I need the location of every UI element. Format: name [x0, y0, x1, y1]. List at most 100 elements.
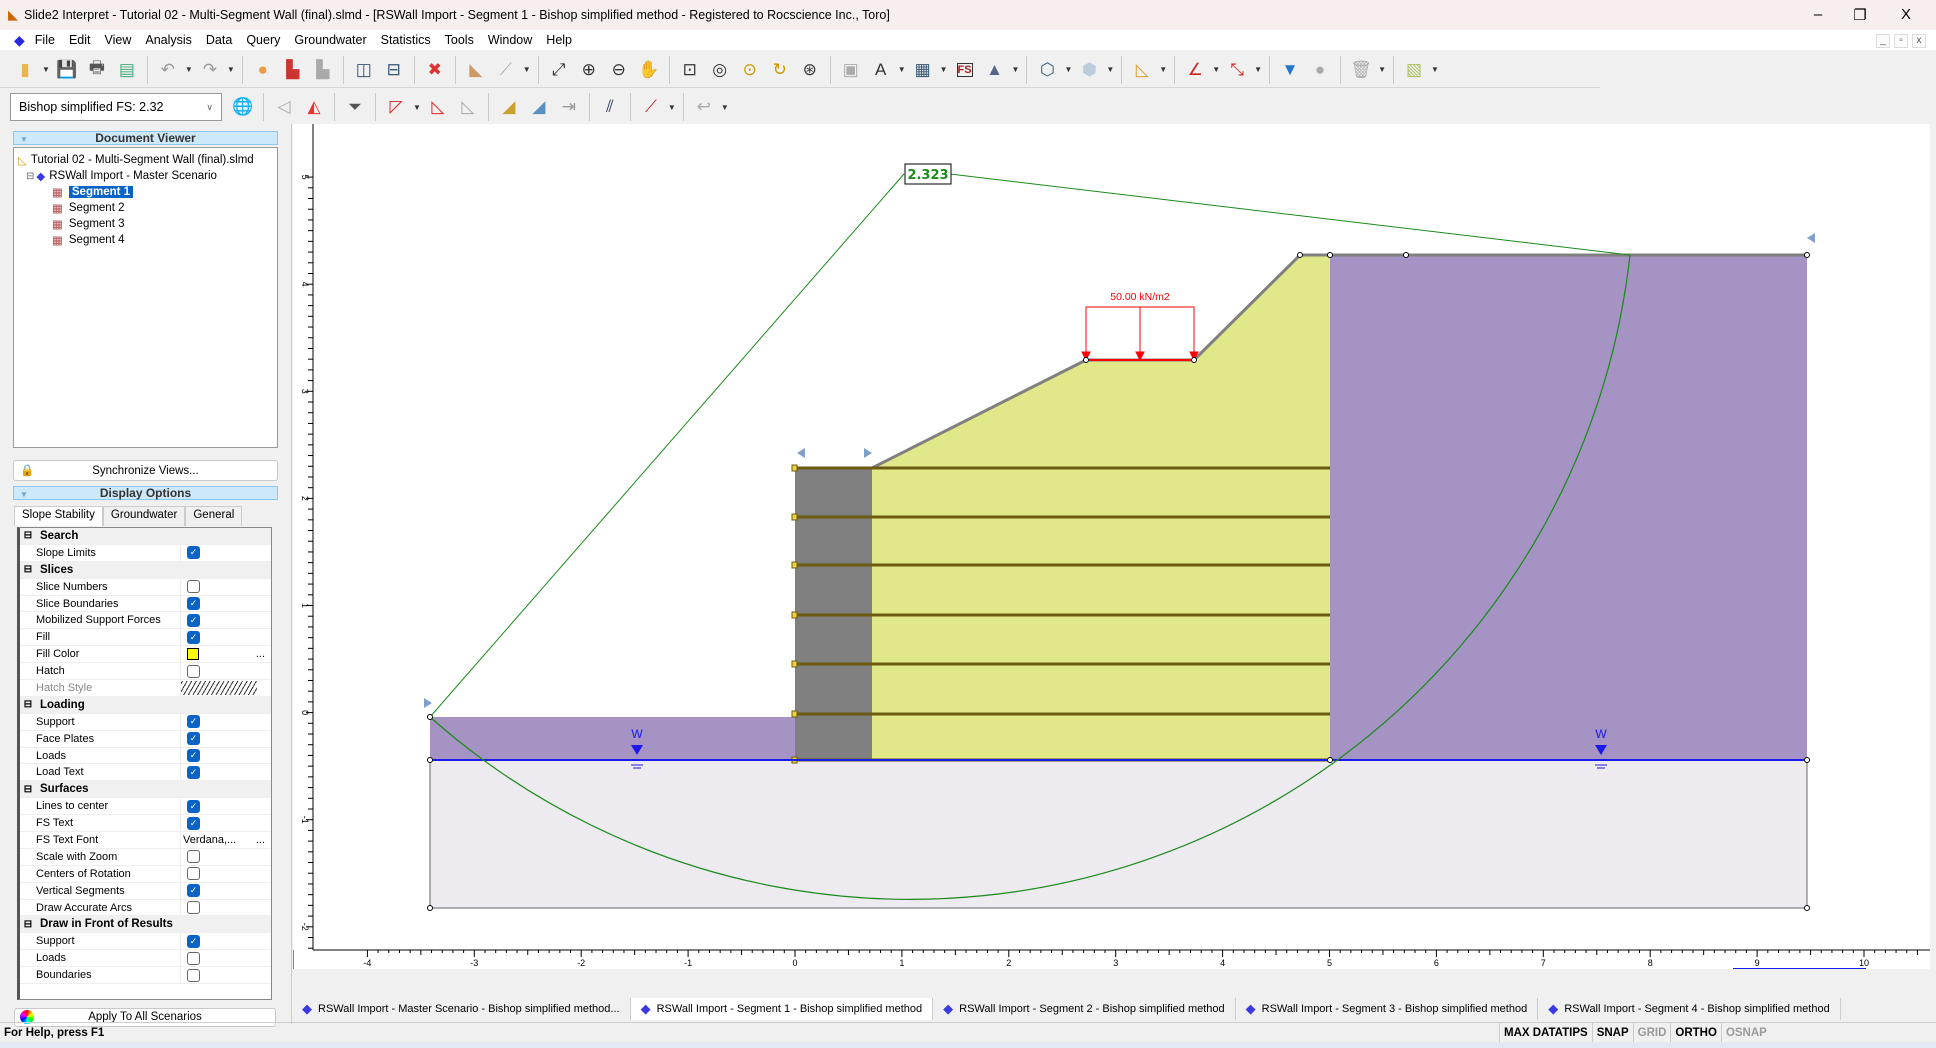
- status-grid[interactable]: GRID: [1632, 1022, 1671, 1043]
- mdi-minimize-button[interactable]: _: [1876, 34, 1890, 48]
- dropdown-arrow-icon[interactable]: ▼: [523, 65, 531, 74]
- menu-analysis[interactable]: Analysis: [138, 33, 199, 47]
- tree-scenario[interactable]: ⊟ ◆ RSWall Import - Master Scenario: [18, 168, 273, 184]
- layers-button[interactable]: ▧: [1401, 57, 1427, 83]
- option-checkbox[interactable]: ✓: [187, 799, 200, 813]
- status-max-datatips[interactable]: MAX DATATIPS: [1499, 1022, 1592, 1043]
- category-search[interactable]: ⊟ Search: [20, 528, 271, 545]
- fill-color-swatch[interactable]: [187, 648, 199, 661]
- fs-method-select[interactable]: Bishop simplified FS: 2.32 ∨: [10, 93, 222, 121]
- tree-segment[interactable]: ▦ Segment 4: [18, 232, 273, 248]
- restore-button[interactable]: ❐: [1840, 6, 1880, 24]
- dropdown-arrow-icon[interactable]: ▼: [1106, 65, 1114, 74]
- dimension-button[interactable]: ⤡: [1224, 57, 1250, 83]
- menu-view[interactable]: View: [97, 33, 138, 47]
- option-checkbox[interactable]: ✓: [187, 765, 200, 779]
- option-checkbox[interactable]: [187, 951, 200, 965]
- ruler-triangle-button[interactable]: ◺: [1129, 57, 1155, 83]
- dropdown-arrow-icon[interactable]: ▼: [721, 103, 729, 112]
- all-surfaces-button[interactable]: ◁: [271, 94, 297, 120]
- menu-data[interactable]: Data: [199, 33, 239, 47]
- fs-label-button[interactable]: FS: [952, 57, 978, 83]
- panel-splitter[interactable]: [284, 124, 292, 1024]
- zoom-window-button[interactable]: ⊡: [677, 57, 703, 83]
- zoom-lock-button[interactable]: ⊛: [797, 57, 823, 83]
- option-checkbox[interactable]: ✓: [187, 749, 200, 763]
- dropdown-arrow-icon[interactable]: ▼: [898, 65, 906, 74]
- menu-groundwater[interactable]: Groundwater: [287, 33, 373, 47]
- synchronize-views-button[interactable]: 🔒 Synchronize Views...: [13, 460, 278, 481]
- option-checkbox[interactable]: ✓: [187, 546, 200, 560]
- surface-colors-button[interactable]: ◭: [301, 94, 327, 120]
- status-ortho[interactable]: ORTHO: [1670, 1022, 1721, 1043]
- filter-surfaces-button[interactable]: ⏷: [342, 94, 368, 120]
- scenario-tab[interactable]: ◆ RSWall Import - Segment 2 - Bishop simp…: [933, 998, 1236, 1020]
- slope-button[interactable]: ◣: [463, 57, 489, 83]
- table-button[interactable]: ▦: [910, 57, 936, 83]
- dropdown-arrow-icon[interactable]: ▼: [940, 65, 948, 74]
- category-surfaces[interactable]: ⊟ Surfaces: [20, 781, 271, 799]
- undo-button[interactable]: ↶: [155, 57, 181, 83]
- menu-window[interactable]: Window: [481, 33, 539, 47]
- status-snap[interactable]: SNAP: [1591, 1022, 1633, 1043]
- more-button[interactable]: ...: [256, 648, 265, 660]
- slice-forces-button[interactable]: ◢: [526, 94, 552, 120]
- option-checkbox[interactable]: ✓: [187, 630, 200, 644]
- option-checkbox[interactable]: ✓: [187, 715, 200, 729]
- water-level-button[interactable]: ▼: [1277, 57, 1303, 83]
- open-folder-button[interactable]: ▮: [12, 57, 38, 83]
- document-viewer-header[interactable]: ▼ Document Viewer: [13, 131, 278, 145]
- option-checkbox[interactable]: ✓: [187, 613, 200, 627]
- close-view-button[interactable]: ✖: [422, 57, 448, 83]
- global-minimum-button[interactable]: 🌐: [230, 94, 256, 120]
- zoom-all-button[interactable]: ⤢: [546, 57, 572, 83]
- tab-groundwater[interactable]: Groundwater: [102, 506, 186, 526]
- menu-statistics[interactable]: Statistics: [374, 33, 438, 47]
- collapse-box-icon[interactable]: ⊟: [20, 530, 36, 541]
- option-checkbox[interactable]: ✓: [187, 934, 200, 948]
- redo-button[interactable]: ↷: [197, 57, 223, 83]
- material-colors-button[interactable]: ▙: [280, 57, 306, 83]
- zoom-out-button[interactable]: ⊖: [606, 57, 632, 83]
- delete-button[interactable]: 🗑: [1348, 57, 1374, 83]
- dropdown-arrow-icon[interactable]: ▼: [185, 65, 193, 74]
- category-loading[interactable]: ⊟ Loading: [20, 696, 271, 714]
- annotation-button[interactable]: A: [868, 57, 894, 83]
- more-button[interactable]: ...: [256, 834, 265, 846]
- polygon-button[interactable]: ⬡: [1034, 57, 1060, 83]
- dropdown-arrow-icon[interactable]: ▼: [1012, 65, 1020, 74]
- force-diagram-button[interactable]: ⫽: [597, 94, 623, 120]
- close-button[interactable]: X: [1886, 6, 1926, 23]
- tab-slope-stability[interactable]: Slope Stability: [14, 506, 103, 526]
- support-button[interactable]: ⟋: [638, 94, 664, 120]
- menu-tools[interactable]: Tools: [438, 33, 481, 47]
- surface-button[interactable]: ◺: [425, 94, 451, 120]
- dropdown-arrow-icon[interactable]: ▼: [42, 65, 50, 74]
- sphere-button[interactable]: ●: [1307, 57, 1333, 83]
- delete-surface-button[interactable]: ◺: [455, 94, 481, 120]
- probabilistic-button[interactable]: ↩: [691, 94, 717, 120]
- zoom-in-button[interactable]: ⊕: [576, 57, 602, 83]
- zoom-center-button[interactable]: ◎: [707, 57, 733, 83]
- support-force-button[interactable]: ⇥: [556, 94, 582, 120]
- zoom-previous-button[interactable]: ⊙: [737, 57, 763, 83]
- collapse-box-icon[interactable]: ⊟: [20, 699, 36, 710]
- model-drawing[interactable]: -4 -3 -2 -1 0 1 2 3 4 5 6 7 8 9 10543210-1-2 2.323 50.…: [293, 124, 1930, 969]
- tile-horizontal-button[interactable]: ⊟: [381, 57, 407, 83]
- dropdown-arrow-icon[interactable]: ▼: [668, 103, 676, 112]
- collapse-box-icon[interactable]: ⊟: [26, 171, 34, 182]
- pan-button[interactable]: ✋: [636, 57, 662, 83]
- tree-root[interactable]: ◺ Tutorial 02 - Multi-Segment Wall (final…: [18, 152, 273, 168]
- scenario-tab[interactable]: ◆ RSWall Import - Master Scenario - Bisho…: [292, 998, 631, 1020]
- hexagon-button[interactable]: ⬢: [1076, 57, 1102, 83]
- option-checkbox[interactable]: ✓: [187, 732, 200, 746]
- zoom-extents-button[interactable]: ↻: [767, 57, 793, 83]
- print-preview-button[interactable]: ▤: [114, 57, 140, 83]
- save-button[interactable]: 💾: [54, 57, 80, 83]
- option-checkbox[interactable]: [187, 867, 200, 881]
- slice-data-button[interactable]: ◢: [496, 94, 522, 120]
- tree-segment[interactable]: ▦ Segment 3: [18, 216, 273, 232]
- display-options-header[interactable]: ▼ Display Options: [13, 486, 278, 500]
- dropdown-arrow-icon[interactable]: ▼: [1159, 65, 1167, 74]
- menu-edit[interactable]: Edit: [62, 33, 98, 47]
